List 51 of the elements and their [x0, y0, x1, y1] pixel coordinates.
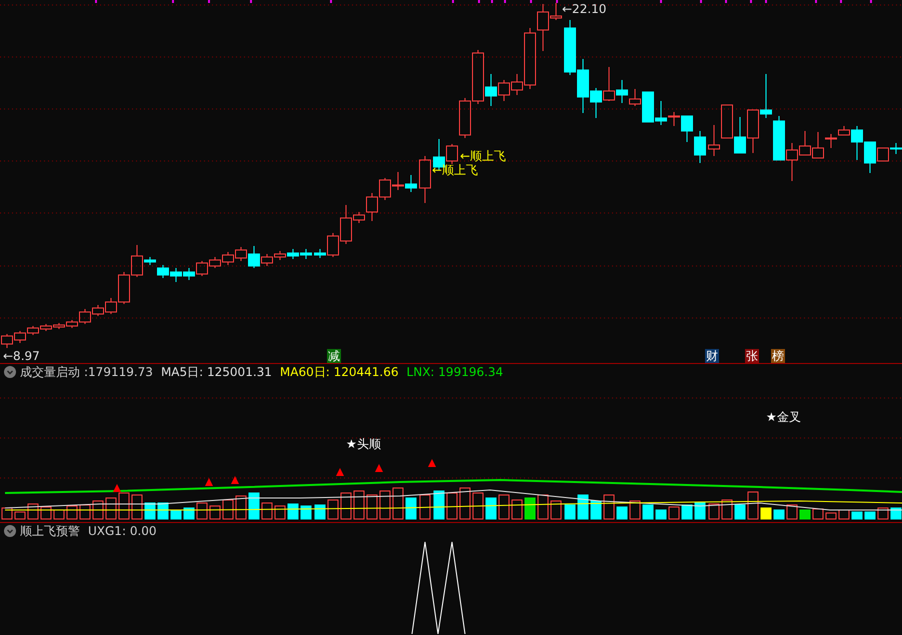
indicator-title: 成交量启动: [20, 364, 80, 380]
triangle-marker: [113, 484, 121, 492]
event-badge[interactable]: 财: [705, 349, 719, 363]
signal-label: ←顺上飞: [460, 148, 506, 164]
signal-label: ←顺上飞: [432, 162, 478, 178]
candlestick: [209, 256, 221, 268]
candlestick: [459, 98, 471, 138]
collapse-icon[interactable]: [4, 525, 16, 537]
event-badge[interactable]: 榜: [771, 349, 785, 363]
candlestick: [183, 268, 195, 280]
candlestick: [92, 304, 104, 316]
candlestick: [405, 174, 417, 192]
collapse-icon[interactable]: [4, 366, 16, 378]
candlestick: [721, 104, 733, 138]
triangle-marker: [428, 459, 436, 467]
indicator-value: MA5日: 125001.31: [160, 364, 272, 380]
triangle-marker: [205, 478, 213, 486]
indicator-title: 顺上飞预警: [20, 523, 80, 539]
candlestick: [27, 326, 39, 336]
candlestick: [392, 172, 404, 190]
event-badge[interactable]: 减: [327, 349, 341, 363]
candlestick: [760, 74, 772, 118]
triangle-marker: [231, 476, 239, 484]
candlestick: [734, 116, 746, 154]
candlestick: [379, 178, 391, 200]
price-label: ←22.10: [562, 2, 606, 16]
candlestick: [564, 20, 576, 76]
candlestick: [1, 334, 13, 348]
indicator-value: UXG1: 0.00: [88, 523, 157, 539]
candlestick: [300, 248, 312, 260]
candlestick: [170, 268, 182, 282]
signal-label: ★金叉: [766, 409, 801, 425]
candlestick: [694, 130, 706, 164]
signal-label: ★头顺: [346, 436, 381, 452]
triangle-marker: [375, 464, 383, 472]
candlestick: [773, 116, 785, 160]
candlestick: [196, 260, 208, 276]
candlestick: [287, 248, 299, 260]
event-badge[interactable]: 张: [745, 349, 759, 363]
triangle-marker: [336, 468, 344, 476]
candlestick: [747, 110, 759, 154]
candlestick: [708, 124, 720, 156]
candlestick: [274, 250, 286, 260]
candlestick: [419, 156, 431, 204]
price-label: ←8.97: [3, 349, 40, 363]
indicator-value: LNX: 199196.34: [406, 364, 504, 380]
candlestick: [222, 252, 234, 266]
indicator-value: MA60日: 120441.66: [280, 364, 399, 380]
candlestick: [890, 142, 902, 154]
indicator-value: :179119.73: [84, 364, 153, 380]
candlestick: [14, 330, 26, 344]
